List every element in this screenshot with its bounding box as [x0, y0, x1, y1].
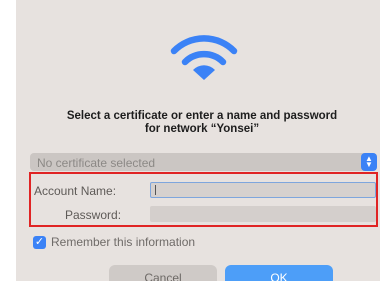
heading-line-1: Select a certificate or enter a name and…	[66, 110, 338, 122]
network-login-dialog: Select a certificate or enter a name and…	[16, 0, 380, 281]
credentials-group: Account Name: Password:	[29, 172, 378, 227]
chevron-updown-icon[interactable]: ▲ ▼	[361, 153, 377, 171]
account-name-label: Account Name:	[34, 184, 117, 198]
certificate-select[interactable]: No certificate selected ▲ ▼	[30, 153, 377, 171]
text-caret	[155, 185, 156, 195]
password-input[interactable]	[150, 206, 376, 222]
dialog-heading: Select a certificate or enter a name and…	[36, 110, 368, 136]
wifi-icon	[170, 35, 238, 80]
password-label: Password:	[65, 208, 122, 222]
remember-label: Remember this information	[51, 235, 196, 249]
ok-button[interactable]: OK	[225, 265, 333, 281]
account-name-input[interactable]	[150, 182, 376, 198]
cancel-button[interactable]: Cancel	[109, 265, 217, 281]
remember-checkbox[interactable]: ✓	[33, 236, 46, 249]
certificate-select-value: No certificate selected	[37, 156, 156, 170]
heading-line-2: for network “Yonsei”	[144, 123, 260, 135]
